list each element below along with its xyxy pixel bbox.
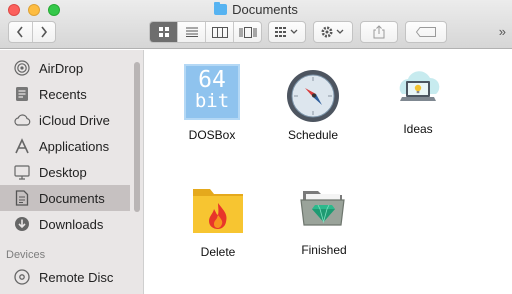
download-icon bbox=[13, 215, 31, 233]
file-name: DOSBox bbox=[188, 128, 236, 142]
sidebar-scrollbar[interactable] bbox=[134, 62, 140, 212]
sidebar-item-label: Recents bbox=[39, 86, 87, 102]
column-view-icon bbox=[211, 26, 228, 38]
action-button[interactable] bbox=[313, 21, 353, 43]
sidebar-item-remote-disc[interactable]: Remote Disc bbox=[0, 264, 130, 290]
list-view-button[interactable] bbox=[178, 22, 206, 42]
sidebar-item-label: Remote Disc bbox=[39, 269, 114, 285]
sidebar-item-label: Applications bbox=[39, 138, 110, 154]
disc-icon bbox=[13, 268, 31, 286]
chevron-right-icon bbox=[41, 26, 47, 38]
file-item-delete[interactable]: Delete bbox=[173, 181, 263, 259]
sidebar-item-airdrop[interactable]: AirDrop bbox=[0, 55, 130, 81]
sidebar-item-desktop[interactable]: Desktop bbox=[0, 159, 130, 185]
tag-icon bbox=[416, 27, 436, 37]
sidebar-item-label: Documents bbox=[39, 190, 105, 206]
idea-laptop-icon bbox=[388, 64, 448, 124]
back-button[interactable] bbox=[9, 22, 33, 42]
cover-flow-icon bbox=[239, 26, 256, 38]
sidebar-section-devices: Devices bbox=[6, 249, 46, 261]
sidebar-item-downloads[interactable]: Downloads bbox=[0, 211, 130, 237]
file-item-schedule[interactable]: Schedule bbox=[268, 64, 358, 142]
document-icon bbox=[13, 189, 31, 207]
forward-button[interactable] bbox=[33, 22, 56, 42]
sidebar: AirDrop Recents iCloud Drive Application… bbox=[0, 50, 144, 294]
group-by-button[interactable] bbox=[268, 21, 306, 43]
window-title-text: Documents bbox=[232, 2, 298, 17]
gear-icon bbox=[321, 26, 344, 38]
file-item-ideas[interactable]: Ideas bbox=[373, 64, 463, 136]
icon-view-button[interactable] bbox=[150, 22, 178, 42]
sidebar-item-icloud-drive[interactable]: iCloud Drive bbox=[0, 107, 130, 133]
cloud-icon bbox=[13, 111, 31, 129]
badge-top-text: 64 bbox=[198, 67, 226, 93]
64bit-icon: 64 bit bbox=[184, 64, 240, 120]
cover-flow-button[interactable] bbox=[234, 22, 261, 42]
file-name: Delete bbox=[200, 245, 236, 259]
sidebar-item-label: Desktop bbox=[39, 164, 87, 180]
sidebar-item-documents[interactable]: Documents bbox=[0, 185, 130, 211]
gem-folder-icon bbox=[294, 181, 354, 241]
file-item-dosbox[interactable]: 64 bit DOSBox bbox=[167, 64, 257, 142]
fire-folder-icon bbox=[188, 181, 248, 241]
grid-dropdown-icon bbox=[275, 27, 298, 37]
folder-icon bbox=[214, 2, 228, 15]
compass-icon bbox=[283, 64, 343, 124]
list-view-icon bbox=[185, 27, 198, 37]
nav-buttons bbox=[8, 21, 56, 43]
sidebar-item-label: AirDrop bbox=[39, 60, 84, 76]
badge-bottom-text: bit bbox=[194, 90, 230, 112]
tags-button[interactable] bbox=[405, 21, 447, 43]
share-button[interactable] bbox=[360, 21, 398, 43]
chevron-left-icon bbox=[17, 26, 23, 38]
icon-view-icon bbox=[158, 27, 169, 37]
view-mode-segmented-control bbox=[149, 21, 262, 43]
share-icon bbox=[373, 25, 385, 39]
sidebar-item-recents[interactable]: Recents bbox=[0, 81, 130, 107]
applications-icon bbox=[13, 137, 31, 155]
file-name: Schedule bbox=[287, 128, 339, 142]
desktop-icon bbox=[13, 163, 31, 181]
file-item-finished[interactable]: Finished bbox=[279, 181, 369, 257]
window-title: Documents bbox=[0, 2, 512, 17]
sidebar-item-applications[interactable]: Applications bbox=[0, 133, 130, 159]
file-name: Ideas bbox=[403, 122, 433, 136]
sidebar-item-label: Downloads bbox=[39, 216, 104, 232]
window-titlebar: Documents » bbox=[0, 0, 512, 49]
airdrop-icon bbox=[13, 59, 31, 77]
recents-icon bbox=[13, 85, 31, 103]
file-browser-content: 64 bit DOSBox Schedule Ideas Delete Fini… bbox=[145, 50, 512, 294]
file-name: Finished bbox=[301, 243, 347, 257]
column-view-button[interactable] bbox=[206, 22, 234, 42]
sidebar-item-label: iCloud Drive bbox=[39, 112, 110, 128]
toolbar-overflow-button[interactable]: » bbox=[499, 24, 506, 39]
